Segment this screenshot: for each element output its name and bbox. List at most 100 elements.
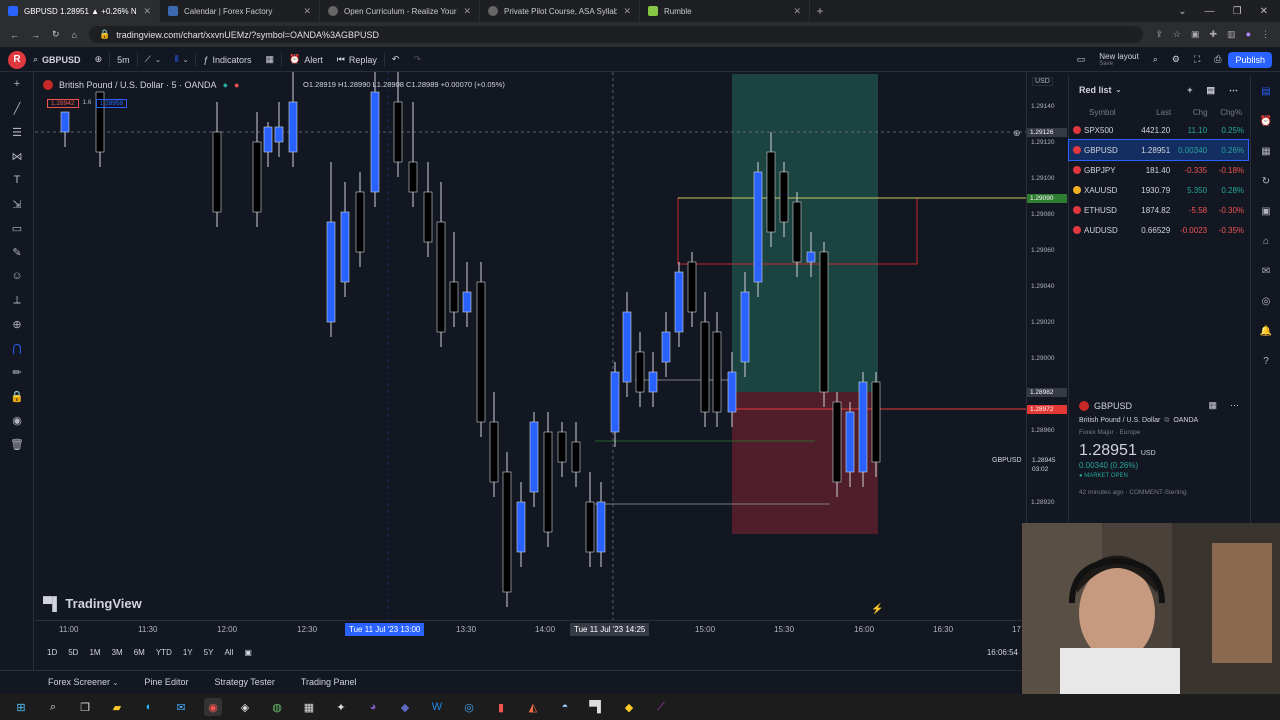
screenshot-button[interactable]: ⎙: [1207, 48, 1228, 72]
watchlist-row[interactable]: ETHUSD 1874.82 -5.58 -0.30%: [1069, 200, 1248, 220]
external-link-icon[interactable]: ⧉: [1164, 417, 1169, 425]
list-icon[interactable]: ▤: [1206, 85, 1215, 96]
interval-button[interactable]: 5m: [110, 48, 137, 72]
loss-zone[interactable]: [732, 392, 878, 534]
app-icon[interactable]: ◆: [620, 698, 638, 716]
magnet-icon[interactable]: ⋂: [0, 336, 34, 360]
stay-drawing-icon[interactable]: ✏: [0, 360, 34, 384]
indicators-button[interactable]: ƒ Indicators: [196, 48, 258, 72]
fullscreen-button[interactable]: ⛶: [1187, 48, 1207, 72]
star-icon[interactable]: ☆: [1173, 29, 1181, 40]
trash-icon[interactable]: 🗑: [0, 432, 34, 456]
sidebar-icon[interactable]: ▥: [1227, 29, 1236, 40]
alarm-icon[interactable]: ⏰: [1251, 106, 1280, 136]
symbol-search[interactable]: ⌕ GBPUSD: [26, 48, 88, 72]
tab-pine-editor[interactable]: Pine Editor: [144, 677, 188, 687]
close-icon[interactable]: ✕: [1260, 6, 1268, 17]
task-view-icon[interactable]: ❐: [76, 698, 94, 716]
layout-button[interactable]: New layout Save: [1092, 48, 1146, 72]
measure-tool-icon[interactable]: ⟂: [0, 288, 34, 312]
redo-button[interactable]: ↷: [406, 48, 428, 72]
word-icon[interactable]: W: [428, 698, 446, 716]
reload-icon[interactable]: ↻: [52, 29, 60, 40]
browser-tab[interactable]: Private Pilot Course, ASA Syllabu ✕: [480, 0, 640, 22]
crosshair-plus-icon[interactable]: ⊕: [1013, 128, 1021, 139]
templates-button[interactable]: ▦: [259, 48, 282, 72]
text-icon[interactable]: T: [0, 168, 34, 192]
forward-icon[interactable]: →: [31, 30, 40, 40]
replay-button[interactable]: ⏮ Replay: [330, 48, 384, 72]
grid-icon[interactable]: ▦: [1208, 400, 1217, 411]
measure-icon[interactable]: ⇲: [0, 192, 34, 216]
profile-icon[interactable]: ●: [1246, 29, 1251, 40]
ideas-icon[interactable]: ⌂: [1251, 226, 1280, 256]
app-icon[interactable]: ✦: [332, 698, 350, 716]
new-tab-button[interactable]: +: [810, 4, 830, 18]
restore-icon[interactable]: ❐: [1233, 6, 1242, 17]
close-tab-icon[interactable]: ✕: [303, 6, 311, 17]
calendar-icon[interactable]: ▣: [1251, 196, 1280, 226]
share-icon[interactable]: ⇪: [1155, 29, 1163, 40]
layout-toggle[interactable]: ▭: [1070, 48, 1093, 72]
add-symbol-icon[interactable]: +: [1187, 85, 1192, 95]
app-icon[interactable]: ◓: [556, 698, 574, 716]
ask-price[interactable]: 1.28958: [95, 99, 128, 108]
alert-button[interactable]: ⏰ Alert: [282, 48, 330, 72]
fib-icon[interactable]: ☰: [0, 120, 34, 144]
chevron-down-icon[interactable]: ⌄: [1116, 86, 1122, 94]
range-all-button[interactable]: All: [224, 648, 233, 657]
file-explorer-icon[interactable]: ▰: [108, 698, 126, 716]
avatar[interactable]: R: [8, 50, 26, 69]
range-5d-button[interactable]: 5D: [68, 648, 78, 657]
app-icon[interactable]: ◆: [396, 698, 414, 716]
url-field[interactable]: 🔒 tradingview.com/chart/xxvnUEMz/?symbol=…: [88, 26, 1144, 43]
chart-type-button[interactable]: ⟋ ⌄: [138, 48, 168, 72]
range-1y-button[interactable]: 1Y: [183, 648, 193, 657]
candlestick-chart[interactable]: [35, 72, 1026, 620]
range-3m-button[interactable]: 3M: [112, 648, 123, 657]
watchlist-row[interactable]: XAUUSD 1930.79 5.350 0.28%: [1069, 180, 1248, 200]
tab-strategy-tester[interactable]: Strategy Tester: [214, 677, 274, 687]
search-icon[interactable]: ⌕: [44, 698, 62, 716]
lightning-icon[interactable]: ⚡: [871, 604, 883, 615]
data-window-icon[interactable]: ▦: [1251, 136, 1280, 166]
tradingview-app-icon[interactable]: ▀▌: [588, 698, 606, 716]
close-tab-icon[interactable]: ✕: [793, 6, 801, 17]
app-icon[interactable]: ◭: [524, 698, 542, 716]
discord-icon[interactable]: ◕: [364, 698, 382, 716]
range-5y-button[interactable]: 5Y: [204, 648, 214, 657]
hotlist-icon[interactable]: ↻: [1251, 166, 1280, 196]
candle-type-button[interactable]: ⫴ ⌄: [168, 48, 196, 72]
browser-tab[interactable]: Rumble ✕: [640, 0, 810, 22]
watchlist-row[interactable]: GBPJPY 181.40 -0.335 -0.18%: [1069, 160, 1248, 180]
trend-line-icon[interactable]: ╱: [0, 96, 34, 120]
whatsapp-icon[interactable]: ◍: [268, 698, 286, 716]
pattern-icon[interactable]: ⋈: [0, 144, 34, 168]
close-tab-icon[interactable]: ✕: [143, 6, 151, 17]
bid-price[interactable]: 1.28942: [47, 99, 79, 108]
ruler-icon[interactable]: ▭: [0, 216, 34, 240]
eye-icon[interactable]: ◉: [0, 408, 34, 432]
windows-start-icon[interactable]: ⊞: [12, 698, 30, 716]
more-icon[interactable]: ⋯: [1230, 400, 1239, 411]
back-icon[interactable]: ←: [10, 30, 19, 40]
streams-icon[interactable]: ◎: [1251, 286, 1280, 316]
settings-button[interactable]: ⚙: [1165, 48, 1187, 72]
chrome-icon[interactable]: ◉: [204, 698, 222, 716]
mail-icon[interactable]: ✉: [172, 698, 190, 716]
lock-icon[interactable]: 🔒: [0, 384, 34, 408]
puzzle-icon[interactable]: ✚: [1210, 29, 1218, 40]
more-icon[interactable]: ⋯: [1229, 85, 1238, 96]
close-tab-icon[interactable]: ✕: [463, 6, 471, 17]
watchlist-row[interactable]: AUDUSD 0.66529 -0.0023 -0.35%: [1069, 220, 1248, 240]
time-axis[interactable]: 11:00 11:30 12:00 12:30 Tue 11 Jul '23 1…: [35, 620, 1026, 638]
detail-symbol[interactable]: GBPUSD: [1094, 401, 1132, 411]
clock[interactable]: 16:06:54: [987, 648, 1026, 657]
currency-label[interactable]: USD: [1032, 77, 1053, 86]
watchlist-row[interactable]: SPX500 4421.20 11.10 0.25%: [1069, 120, 1248, 140]
browser-tab[interactable]: Open Curriculum - Realize Your P ✕: [320, 0, 480, 22]
help-icon[interactable]: ?: [1251, 346, 1280, 376]
tab-forex-screener[interactable]: Forex Screener ⌄: [48, 677, 118, 687]
extension-icon[interactable]: ▣: [1191, 29, 1200, 40]
tab-trading-panel[interactable]: Trading Panel: [301, 677, 357, 687]
